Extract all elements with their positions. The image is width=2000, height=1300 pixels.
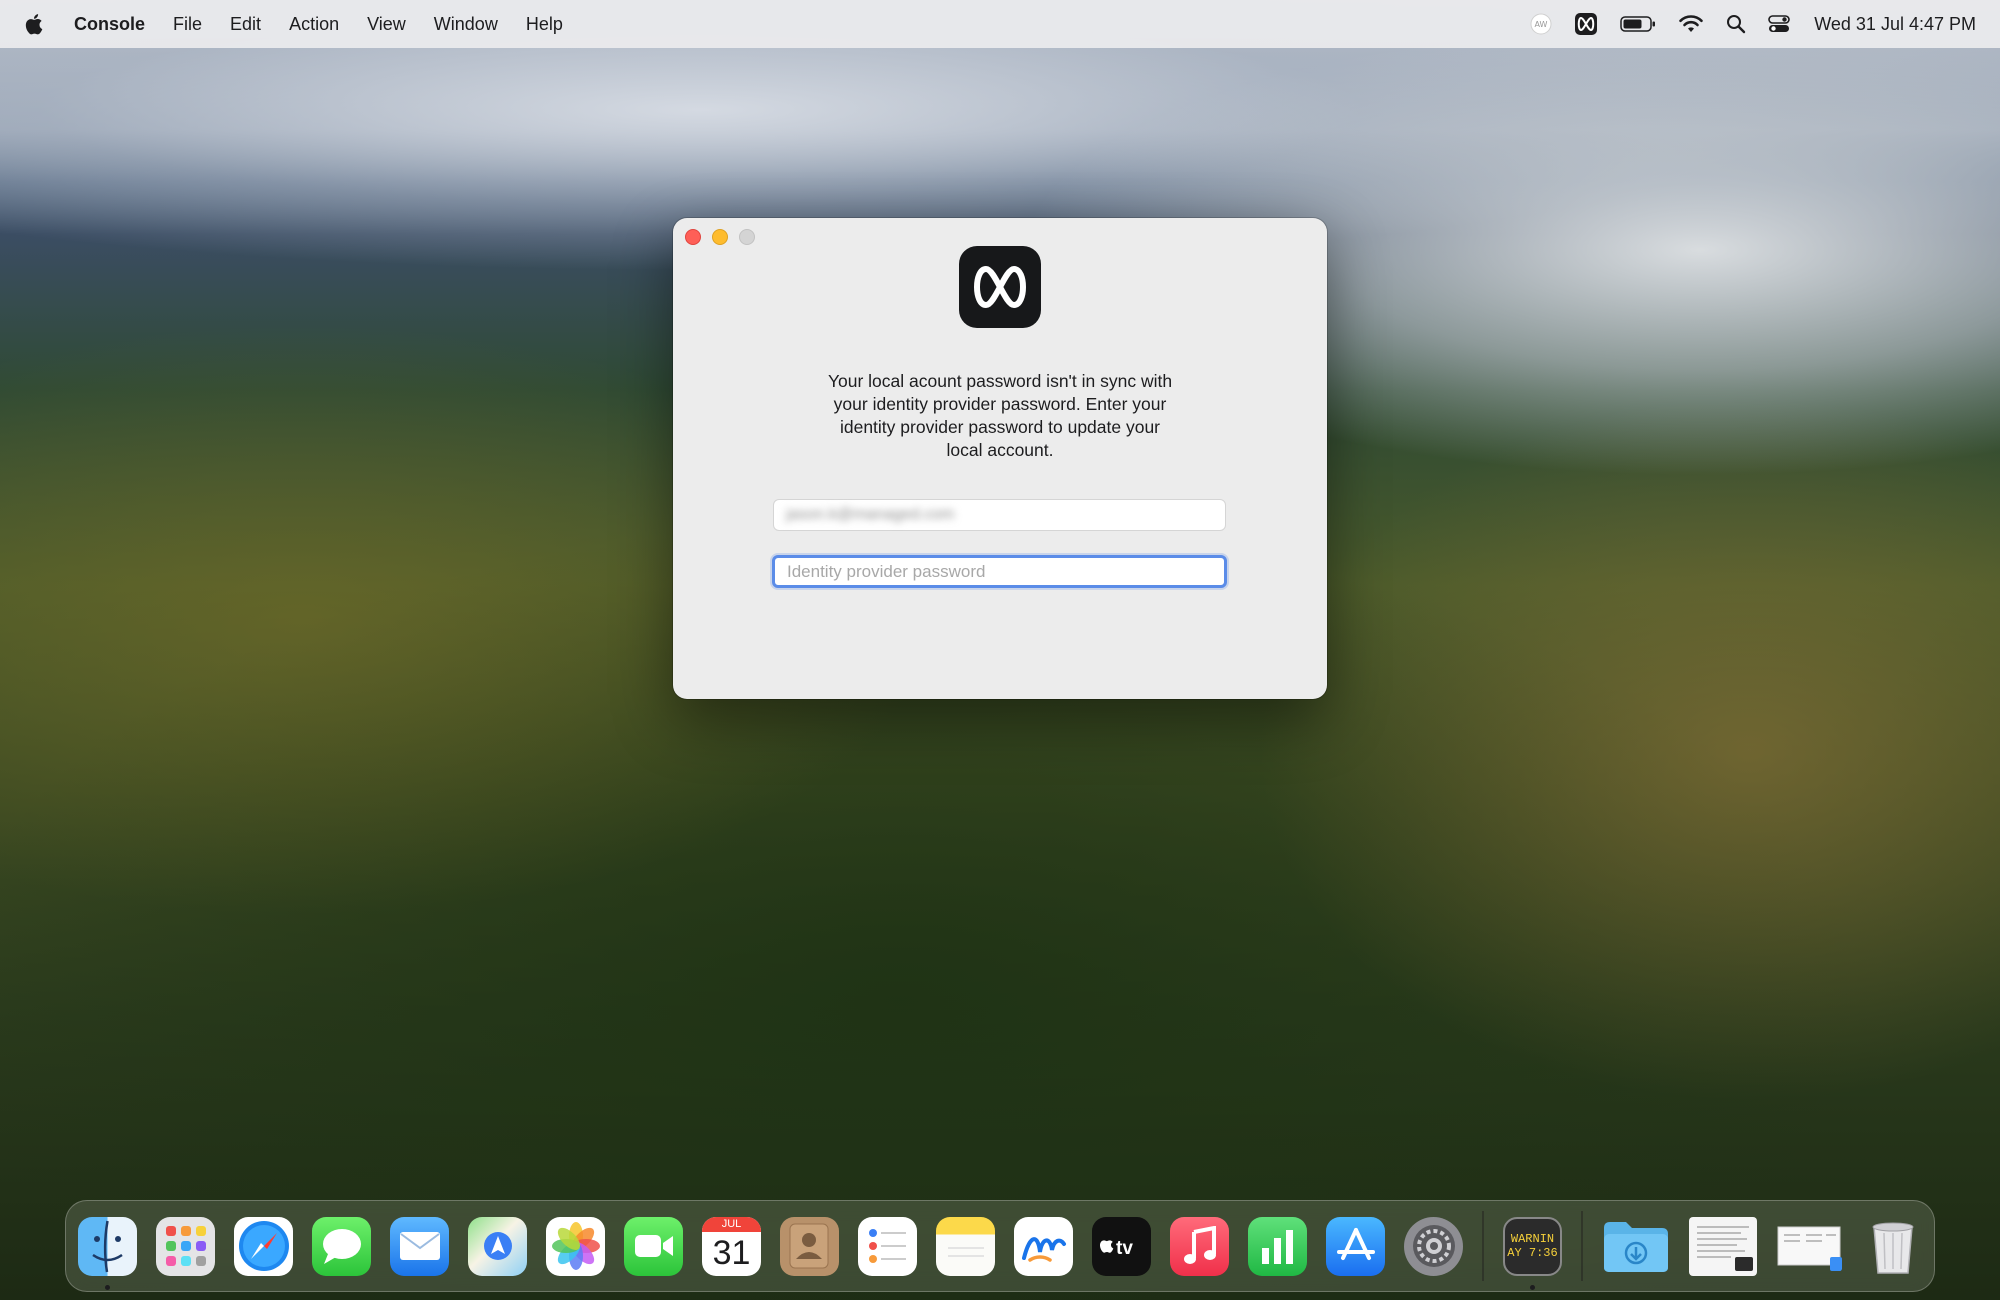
freeform-icon[interactable] — [1014, 1216, 1073, 1276]
minimize-window-button[interactable] — [712, 229, 728, 245]
apple-tv-icon[interactable]: tv — [1092, 1216, 1151, 1276]
menu-app-console[interactable]: Console — [74, 14, 145, 35]
running-indicator — [105, 1284, 110, 1290]
menu-view[interactable]: View — [367, 14, 406, 35]
finder-icon[interactable] — [78, 1216, 137, 1276]
menu-action[interactable]: Action — [289, 14, 339, 35]
menu-edit[interactable]: Edit — [230, 14, 261, 35]
identity-app-menu-icon[interactable] — [1574, 10, 1598, 38]
calendar-icon[interactable]: JUL 31 — [702, 1216, 761, 1276]
sync-message-text: Your local acount password isn't in sync… — [827, 371, 1173, 460]
numbers-icon[interactable] — [1248, 1216, 1307, 1276]
menu-bar: Console File Edit Action View Window Hel… — [0, 0, 2000, 48]
password-sync-dialog: Your local acount password isn't in sync… — [673, 218, 1327, 699]
close-window-button[interactable] — [685, 229, 701, 245]
recent-window-icon[interactable] — [1776, 1217, 1844, 1276]
calendar-day: 31 — [712, 1233, 751, 1272]
running-indicator — [1530, 1284, 1535, 1290]
contacts-icon[interactable] — [780, 1216, 839, 1276]
username-value: jason.k@managed.com — [786, 506, 955, 523]
svg-text:tv: tv — [1116, 1238, 1133, 1259]
wifi-icon[interactable] — [1678, 10, 1704, 38]
dock-separator — [1581, 1211, 1583, 1281]
notes-icon[interactable] — [936, 1216, 995, 1276]
photos-icon[interactable] — [546, 1216, 605, 1276]
facetime-icon[interactable] — [624, 1216, 683, 1276]
apple-menu-icon[interactable] — [24, 12, 48, 36]
status-area: AW Wed 31 Jul 4:47 PM — [1530, 10, 1976, 38]
launchpad-icon[interactable] — [156, 1216, 215, 1276]
svg-text:AW: AW — [1535, 20, 1548, 29]
music-icon[interactable] — [1170, 1216, 1229, 1276]
system-settings-icon[interactable] — [1404, 1216, 1463, 1276]
menu-extra-icon[interactable]: AW — [1530, 10, 1552, 38]
zoom-window-button[interactable] — [739, 229, 755, 245]
calendar-month: JUL — [702, 1216, 761, 1232]
mail-icon[interactable] — [390, 1216, 449, 1276]
dock-separator — [1482, 1211, 1484, 1281]
downloads-folder-icon[interactable] — [1602, 1217, 1670, 1276]
menu-help[interactable]: Help — [526, 14, 563, 35]
trash-icon[interactable] — [1863, 1217, 1922, 1276]
app-store-icon[interactable] — [1326, 1216, 1385, 1276]
dock: JUL 31 tv WARNIN AY 7:36 — [65, 1200, 1935, 1292]
recent-document-icon[interactable] — [1689, 1216, 1757, 1276]
username-field[interactable]: jason.k@managed.com — [773, 499, 1226, 531]
spotlight-search-icon[interactable] — [1726, 10, 1746, 38]
menu-window[interactable]: Window — [434, 14, 498, 35]
control-center-icon[interactable] — [1768, 10, 1791, 38]
menu-bar-clock[interactable]: Wed 31 Jul 4:47 PM — [1814, 14, 1976, 35]
safari-icon[interactable] — [234, 1216, 293, 1276]
console-icon[interactable]: WARNIN AY 7:36 — [1503, 1216, 1562, 1276]
menu-file[interactable]: File — [173, 14, 202, 35]
identity-provider-password-input[interactable] — [772, 555, 1227, 588]
battery-icon[interactable] — [1620, 10, 1656, 38]
identity-app-logo-icon — [959, 246, 1041, 328]
console-icon-text-2: AY 7:36 — [1507, 1246, 1558, 1260]
console-icon-text-1: WARNIN — [1510, 1232, 1555, 1246]
messages-icon[interactable] — [312, 1216, 371, 1276]
window-controls — [685, 229, 755, 245]
reminders-icon[interactable] — [858, 1216, 917, 1276]
maps-icon[interactable] — [468, 1216, 527, 1276]
